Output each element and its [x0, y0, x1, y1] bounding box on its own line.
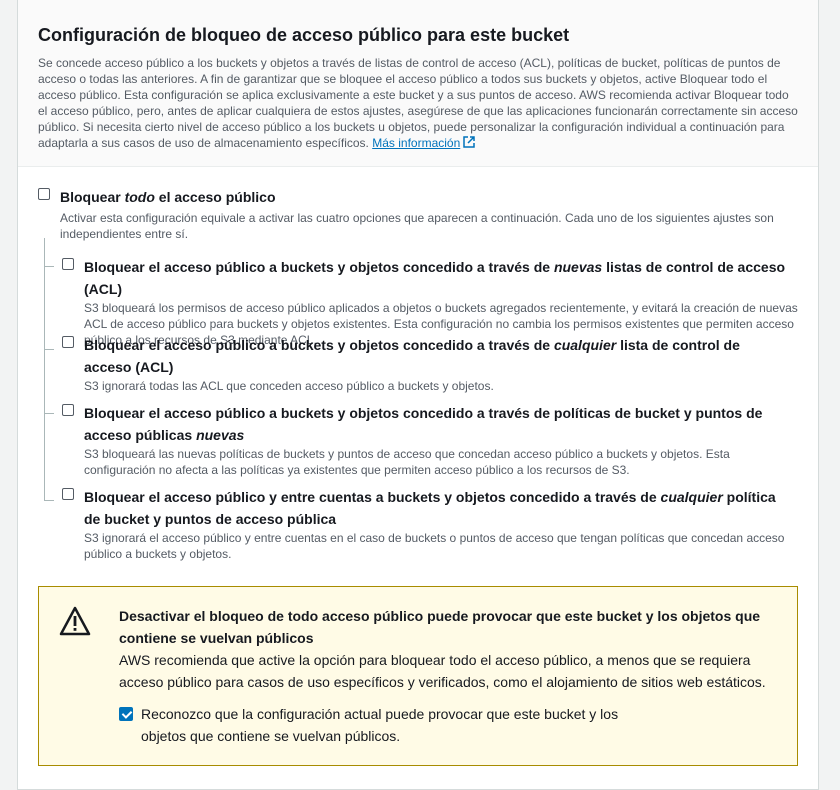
- panel-title: Configuración de bloqueo de acceso públi…: [38, 25, 570, 45]
- acknowledge-checkbox[interactable]: [119, 707, 133, 721]
- option-any-acl: Bloquear el acceso público a buckets y o…: [62, 334, 802, 394]
- option-any-acl-description: S3 ignorará todas las ACL que conceden a…: [84, 379, 494, 393]
- learn-more-link[interactable]: Más información: [372, 136, 475, 150]
- block-all-label[interactable]: Bloquear todo el acceso público: [60, 186, 276, 208]
- acknowledge-row: Reconozco que la configuración actual pu…: [119, 703, 777, 747]
- option-any-policies-checkbox[interactable]: [62, 488, 74, 500]
- option-new-policies-checkbox[interactable]: [62, 404, 74, 416]
- option-new-policies-label[interactable]: Bloquear el acceso público a buckets y o…: [84, 402, 794, 446]
- tree-tick: [44, 266, 54, 267]
- acknowledge-label[interactable]: Reconozco que la configuración actual pu…: [141, 703, 631, 747]
- option-new-policies-description: S3 bloqueará las nuevas políticas de buc…: [84, 447, 730, 477]
- panel-description: Se concede acceso público a los buckets …: [38, 56, 798, 150]
- alert-content: Desactivar el bloqueo de todo acceso púb…: [119, 605, 777, 747]
- alert-text: AWS recomienda que active la opción para…: [119, 652, 766, 690]
- tree-connector: [44, 238, 45, 500]
- option-any-policies-label[interactable]: Bloquear el acceso público y entre cuent…: [84, 486, 794, 530]
- option-any-policies-description: S3 ignorará el acceso público y entre cu…: [84, 531, 785, 561]
- tree-tick: [44, 413, 54, 414]
- option-any-policies: Bloquear el acceso público y entre cuent…: [62, 486, 802, 562]
- tree-tick: [44, 500, 54, 501]
- block-all-description: Activar esta configuración equivale a ac…: [60, 211, 774, 241]
- block-all-row: Bloquear todo el acceso público Activar …: [38, 186, 798, 242]
- option-new-acl-label[interactable]: Bloquear el acceso público a buckets y o…: [84, 256, 802, 300]
- warning-alert: Desactivar el bloqueo de todo acceso púb…: [38, 586, 798, 766]
- option-any-acl-checkbox[interactable]: [62, 336, 74, 348]
- external-link-icon: [463, 136, 475, 148]
- option-new-acl-checkbox[interactable]: [62, 258, 74, 270]
- tree-tick: [44, 349, 54, 350]
- panel-header: Configuración de bloqueo de acceso públi…: [18, 0, 818, 167]
- block-all-checkbox[interactable]: [38, 188, 50, 200]
- option-new-policies: Bloquear el acceso público a buckets y o…: [62, 402, 802, 478]
- option-any-acl-label[interactable]: Bloquear el acceso público a buckets y o…: [84, 334, 774, 378]
- alert-title: Desactivar el bloqueo de todo acceso púb…: [119, 608, 761, 646]
- warning-icon: [59, 606, 91, 636]
